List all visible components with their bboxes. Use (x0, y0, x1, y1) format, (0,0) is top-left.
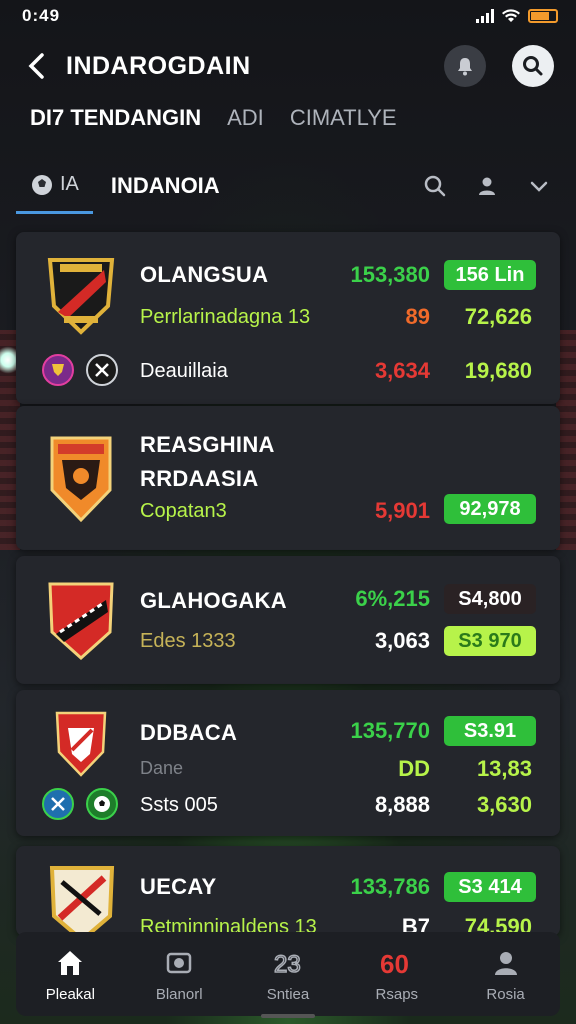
team-subtitle: Perrlarinadagna 13 (140, 306, 311, 328)
team-card[interactable]: DDBACA Dane 135,770 S3.91 DD 13,83 Ssts … (16, 690, 560, 836)
stat-value: 135,770 (350, 718, 430, 743)
team-name: OLANGSUA (140, 262, 269, 287)
team-name-line2: RRDAASIA (140, 466, 259, 491)
top-tabs: DI7 TENDANGIN ADI CIMATLYE (30, 100, 556, 136)
stat-value: 72,626 (464, 304, 532, 329)
league-badge-icon (42, 354, 74, 386)
stat-value: 8,888 (374, 792, 430, 817)
stat-pill[interactable]: S4,800 (444, 584, 536, 614)
home-indicator (261, 1014, 315, 1018)
team-card[interactable]: REASGHINA RRDAASIA Copatan3 5,901 92,978 (16, 406, 560, 550)
nav-item-home[interactable]: Pleakal (25, 946, 115, 1003)
tab-cimatlye[interactable]: CIMATLYE (290, 105, 397, 131)
stat-pill[interactable]: 92,978 (444, 494, 536, 524)
nav-item-rsaps[interactable]: 60 Rsaps (352, 946, 442, 1003)
team-crest-icon (48, 582, 114, 660)
nav-item-blanorl[interactable]: Blanorl (134, 946, 224, 1003)
nav-label: Sntiea (266, 985, 310, 1003)
club-badge-icon (86, 354, 118, 386)
nav-item-stats[interactable]: 23 Sntiea (243, 946, 333, 1003)
tab-tendangin[interactable]: DI7 TENDANGIN (30, 105, 201, 131)
stat-pill[interactable]: 156 Lin (444, 260, 536, 290)
nav-label: Pleakal (45, 985, 95, 1003)
team-name: GLAHOGAKA (140, 588, 287, 613)
team-name: UECAY (140, 874, 217, 899)
stat-value: 3,630 (476, 792, 532, 817)
stat-pill[interactable]: S3.91 (444, 716, 536, 746)
stat-value: 6%,215 (355, 586, 430, 611)
team-crest-icon (55, 711, 107, 777)
svg-text:60: 60 (380, 949, 409, 978)
team-crest-icon (50, 436, 112, 523)
floodlight (0, 345, 16, 375)
stat-value: 153,380 (350, 262, 430, 287)
search-button[interactable] (512, 45, 554, 87)
team-crest-icon (49, 866, 115, 936)
filter-actions (422, 173, 560, 199)
app-header: INDAROGDAIN (0, 40, 576, 92)
team-subtitle: Dane (140, 758, 184, 778)
stat-value: 89 (405, 304, 430, 329)
stat-pill[interactable]: S3 414 (444, 872, 536, 902)
team-extra-label: Deauillaia (140, 360, 228, 382)
page-title: INDAROGDAIN (66, 51, 251, 80)
filter-bar: IA INDANOIA (16, 158, 560, 214)
stat-value: 3,634 (374, 358, 430, 383)
stat-value: 19,680 (464, 358, 532, 383)
team-name: DDBACA (140, 720, 238, 745)
status-time: 0:49 (22, 6, 61, 25)
stat-pill[interactable]: S3 970 (444, 626, 536, 656)
stat-value: 5,901 (374, 498, 430, 523)
signal-icon (476, 9, 494, 23)
filter-tab[interactable]: IA (16, 158, 93, 214)
battery-icon (528, 9, 558, 23)
stats-icon: 23 (271, 946, 305, 980)
cube-icon (162, 946, 196, 980)
nav-label: Blanorl (155, 985, 203, 1003)
notification-button[interactable] (444, 45, 486, 87)
stat-value: 13,83 (476, 756, 532, 781)
status-icons (476, 9, 558, 23)
team-crest-icon (47, 258, 115, 335)
nav-label: Rsaps (375, 985, 419, 1003)
team-card[interactable]: OLANGSUA Perrlarinadagna 13 153,380 156 … (16, 232, 560, 404)
stat-value: DD (398, 756, 430, 781)
stat-value: 3,063 (374, 628, 430, 653)
team-subtitle: Edes 1333 (140, 630, 236, 652)
profile-icon (489, 946, 523, 980)
ball-icon (32, 174, 52, 195)
league-badge-icon (42, 788, 74, 820)
user-icon[interactable] (474, 173, 500, 199)
bell-icon (458, 58, 472, 76)
team-card[interactable]: UECAY Retminninaldens 13 133,786 S3 414 … (16, 846, 560, 936)
filter-label: IA (60, 173, 79, 195)
nav-label: Rosia (486, 985, 525, 1003)
team-card[interactable]: GLAHOGAKA Edes 1333 6%,215 S4,800 3,063 … (16, 556, 560, 684)
score-icon: 60 (380, 946, 414, 980)
region-label: INDANOIA (110, 173, 220, 198)
stat-value: 133,786 (350, 874, 430, 899)
svg-text:23: 23 (274, 951, 301, 978)
bottom-navigation: Pleakal Blanorl 23 Sntiea 60 Rsaps Rosia (16, 932, 560, 1016)
back-arrow-icon[interactable] (22, 52, 50, 80)
search-icon[interactable] (422, 173, 448, 199)
tab-adi[interactable]: ADI (227, 105, 264, 131)
team-name-line1: REASGHINA (140, 432, 275, 457)
wifi-icon (502, 9, 520, 23)
nav-item-profile[interactable]: Rosia (461, 946, 551, 1003)
team-extra-label: Ssts 005 (140, 794, 218, 816)
home-icon (53, 946, 87, 980)
search-icon (523, 56, 543, 76)
football-icon (86, 788, 118, 820)
status-bar: 0:49 (0, 0, 576, 32)
chevron-down-icon[interactable] (526, 173, 552, 199)
team-subtitle: Copatan3 (140, 500, 227, 522)
